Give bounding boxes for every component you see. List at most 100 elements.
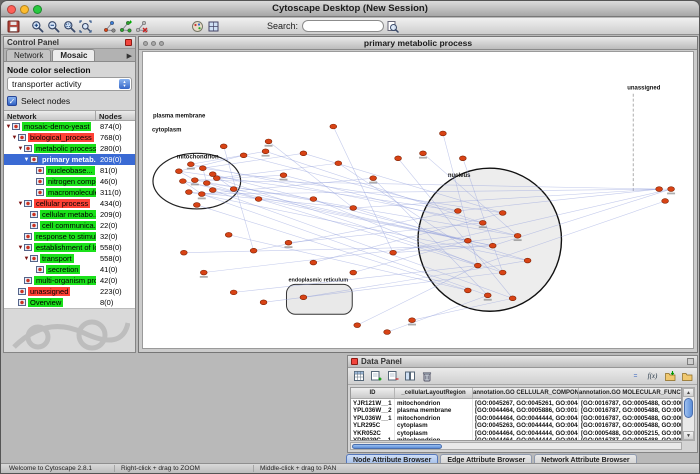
network-node[interactable] — [514, 233, 521, 238]
network-node[interactable] — [220, 144, 227, 149]
network-node[interactable] — [409, 318, 416, 323]
close-window-icon[interactable] — [7, 5, 16, 14]
network-node[interactable] — [464, 238, 471, 243]
network-node[interactable] — [193, 203, 200, 208]
network-node[interactable] — [285, 240, 292, 245]
tree-row[interactable]: ▼establishment of lo...558(0) — [4, 242, 135, 253]
tree-row[interactable]: ▼metabolic process280(0) — [4, 143, 135, 154]
network-node[interactable] — [255, 197, 262, 202]
network-node[interactable] — [662, 199, 669, 204]
network-node[interactable] — [310, 197, 317, 202]
network-frame-titlebar[interactable]: primary metabolic process — [139, 37, 697, 50]
tab-scroll-right-icon[interactable]: ▶ — [127, 52, 135, 61]
equation-builder-button[interactable]: = — [628, 369, 643, 383]
network-node[interactable] — [230, 290, 237, 295]
network-node[interactable] — [200, 270, 207, 275]
network-node[interactable] — [330, 124, 337, 129]
plugin-manager-button[interactable] — [205, 19, 221, 34]
zoom-in-button[interactable] — [29, 19, 45, 34]
network-node[interactable] — [440, 131, 447, 136]
network-node[interactable] — [459, 156, 466, 161]
network-node[interactable] — [390, 250, 397, 255]
network-node[interactable] — [198, 192, 205, 197]
expander-icon[interactable]: ▼ — [5, 124, 12, 130]
table-row[interactable]: YKR052Ccytoplasm[GO:0044464, GO:0044444,… — [351, 429, 681, 437]
column-header[interactable]: annotation.GO CELLULAR_COMPONENT — [473, 388, 579, 398]
table-vertical-scrollbar[interactable]: ▲ ▼ — [682, 387, 695, 441]
network-node[interactable] — [280, 173, 287, 178]
network-node[interactable] — [384, 330, 391, 335]
expander-icon[interactable]: ▼ — [23, 256, 30, 262]
vizmapper-button[interactable] — [189, 19, 205, 34]
network-node[interactable] — [668, 187, 675, 192]
network-node[interactable] — [474, 263, 481, 268]
network-node[interactable] — [180, 250, 187, 255]
network-node[interactable] — [203, 181, 210, 186]
create-attribute-button[interactable] — [368, 369, 383, 383]
tree-row[interactable]: macromolecule...311(0) — [4, 187, 135, 198]
network-node[interactable] — [354, 323, 361, 328]
network-node[interactable] — [191, 178, 198, 183]
network-node[interactable] — [656, 187, 663, 192]
network-node[interactable] — [213, 176, 220, 181]
network-node[interactable] — [179, 179, 186, 184]
tree-column-nodes[interactable]: Nodes — [96, 111, 135, 120]
vertical-scroll-thumb[interactable] — [684, 398, 693, 418]
zoom-fit-button[interactable] — [77, 19, 93, 34]
tree-row[interactable]: ▼transport558(0) — [4, 253, 135, 264]
tree-column-network[interactable]: Network — [4, 111, 96, 120]
network-node[interactable] — [209, 188, 216, 193]
network-search-button[interactable] — [384, 19, 400, 34]
import-attributes-button[interactable] — [662, 369, 677, 383]
control-panel-tab-network[interactable]: Network — [6, 49, 51, 61]
column-header[interactable]: annotation.GO MOLECULAR_FUNCTION — [579, 388, 681, 398]
node-color-dropdown[interactable]: transporter activity ▲▼ — [7, 77, 132, 91]
network-node[interactable] — [199, 166, 206, 171]
network-node[interactable] — [370, 176, 377, 181]
network-node[interactable] — [395, 156, 402, 161]
zoom-selected-button[interactable] — [61, 19, 77, 34]
network-edge[interactable] — [387, 295, 488, 332]
tree-row[interactable]: nitrogen compo...46(0) — [4, 176, 135, 187]
column-header[interactable]: ID — [351, 388, 395, 398]
delete-attribute-button[interactable] — [385, 369, 400, 383]
new-network-from-selection-button[interactable] — [117, 19, 133, 34]
network-node[interactable] — [350, 206, 357, 211]
frame-maximize-icon[interactable] — [159, 41, 164, 46]
network-node[interactable] — [420, 151, 427, 156]
tree-row[interactable]: ▼cellular process434(0) — [4, 198, 135, 209]
table-horizontal-scrollbar[interactable] — [350, 442, 682, 450]
close-panel-icon[interactable] — [125, 39, 132, 46]
table-row[interactable]: YPL036W__1mitochondrion[GO:0044464, GO:0… — [351, 414, 681, 422]
network-node[interactable] — [479, 220, 486, 225]
frame-minimize-icon[interactable] — [151, 41, 156, 46]
expander-icon[interactable]: ▼ — [17, 146, 24, 152]
hide-graphics-details-button[interactable] — [101, 19, 117, 34]
tree-row[interactable]: ▼biological_process768(0) — [4, 132, 135, 143]
expander-icon[interactable]: ▼ — [17, 245, 24, 251]
table-row[interactable]: YDR039C__1mitochondrion[GO:0044464, GO:0… — [351, 437, 681, 442]
zoom-window-icon[interactable] — [33, 5, 42, 14]
horizontal-scroll-thumb[interactable] — [352, 444, 442, 450]
tree-row[interactable]: response to stimul...32(0) — [4, 231, 135, 242]
tree-row[interactable]: ▼mosaic-demo-yeast874(0) — [4, 121, 135, 132]
network-node[interactable] — [464, 288, 471, 293]
network-node[interactable] — [265, 139, 272, 144]
expander-icon[interactable]: ▼ — [11, 135, 18, 141]
minimize-window-icon[interactable] — [20, 5, 29, 14]
network-node[interactable] — [454, 209, 461, 214]
network-node[interactable] — [499, 211, 506, 216]
function-builder-button[interactable]: f(x) — [645, 369, 660, 383]
table-row[interactable]: YLR295Ccytoplasm[GO:0045263, GO:0044444,… — [351, 422, 681, 430]
network-node[interactable] — [300, 295, 307, 300]
network-node[interactable] — [350, 270, 357, 275]
tree-row[interactable]: multi-organism pro...42(0) — [4, 275, 135, 286]
scroll-down-icon[interactable]: ▼ — [683, 431, 694, 440]
table-row[interactable]: YJR121W__1mitochondrion[GO:0045267, GO:0… — [351, 399, 681, 407]
expander-icon[interactable]: ▼ — [23, 157, 30, 163]
network-node[interactable] — [230, 187, 237, 192]
network-node[interactable] — [335, 161, 342, 166]
network-canvas[interactable]: plasma membranecytoplasmmitochondrionnuc… — [142, 51, 694, 349]
window-titlebar[interactable]: Cytoscape Desktop (New Session) — [1, 1, 699, 17]
endoplasmic-reticulum-region[interactable] — [286, 284, 352, 314]
